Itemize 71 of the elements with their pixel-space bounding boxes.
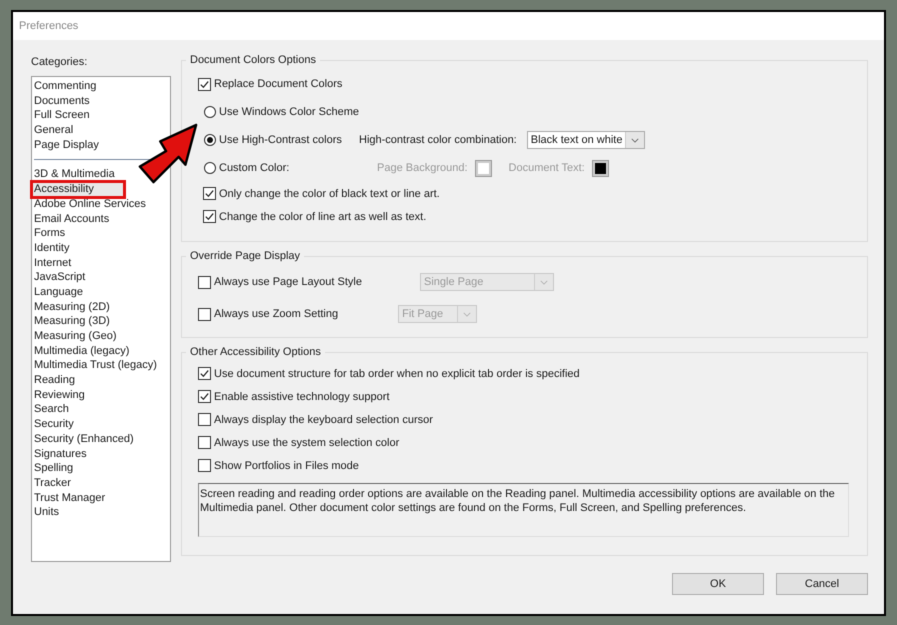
- checkbox[interactable]: [198, 276, 211, 288]
- category-item[interactable]: Multimedia (legacy): [32, 344, 132, 358]
- category-item[interactable]: Signatures: [32, 446, 90, 462]
- group-title: Other Accessibility Options: [189, 346, 322, 358]
- category-item[interactable]: Commenting: [32, 79, 100, 94]
- dialog-button[interactable]: Cancel: [776, 573, 868, 595]
- category-item[interactable]: Multimedia Trust (legacy): [32, 358, 160, 374]
- category-item[interactable]: General: [32, 123, 76, 138]
- category-item[interactable]: Measuring (Geo): [32, 329, 120, 344]
- category-item[interactable]: Spelling: [32, 461, 76, 476]
- category-item[interactable]: Trust Manager: [32, 490, 108, 506]
- category-item[interactable]: Adobe Online Services: [32, 196, 149, 212]
- category-item[interactable]: Internet: [32, 256, 74, 270]
- checkbox[interactable]: [198, 308, 211, 320]
- swatch-label: Document Text:: [508, 162, 585, 174]
- checkbox-label: Change the color of line art as well as text.: [219, 210, 426, 222]
- checkbox[interactable]: [198, 413, 211, 426]
- checkbox-label: Show Portfolios in Files mode: [214, 460, 359, 472]
- checkbox-label: Always display the keyboard selection cursor: [214, 414, 433, 426]
- swatch-label: Page Background:: [377, 162, 468, 174]
- category-item[interactable]: Email Accounts: [32, 212, 112, 226]
- group-title: Document Colors Options: [189, 54, 317, 66]
- checkbox-label: Enable assistive technology support: [214, 390, 390, 402]
- checkbox[interactable]: [203, 187, 216, 200]
- category-item[interactable]: Measuring (3D): [32, 314, 113, 329]
- window-title: Preferences: [19, 20, 78, 32]
- group-title: Override Page Display: [189, 250, 302, 262]
- info-text: Screen reading and reading order options are available on the Reading panel. Multimedia accessibility options are available on the Multimedia panel. Other document color settings are found on the Forms, Full Screen, and Spelling preferences.: [198, 483, 849, 537]
- category-item[interactable]: Forms: [32, 226, 68, 241]
- arrow-drawing: [137, 122, 199, 186]
- radio-button[interactable]: [204, 106, 216, 118]
- checkbox[interactable]: [198, 367, 211, 380]
- caret-icon: [540, 280, 548, 284]
- checkbox-label: Always use Page Layout Style: [214, 276, 362, 288]
- radio-button[interactable]: [204, 162, 216, 174]
- category-item[interactable]: Security (Enhanced): [32, 432, 137, 446]
- radio-label: Use High-Contrast colors: [219, 134, 343, 146]
- category-item[interactable]: Units: [32, 505, 62, 520]
- radio-label: Use Windows Color Scheme: [219, 106, 359, 118]
- checkbox[interactable]: [198, 436, 211, 449]
- radio-button[interactable]: [204, 134, 216, 146]
- checkbox-label: Replace Document Colors: [214, 78, 342, 90]
- category-item[interactable]: Tracker: [32, 476, 74, 491]
- category-item[interactable]: JavaScript: [32, 270, 88, 285]
- caret-icon: [463, 312, 472, 316]
- dropdown[interactable]: Black text on white: [526, 131, 645, 149]
- category-item[interactable]: Identity: [32, 240, 72, 256]
- category-item[interactable]: Reading: [32, 373, 78, 388]
- combo-label: High-contrast color combination:: [359, 134, 517, 146]
- checkbox-label: Only change the color of black text or line art.: [219, 188, 440, 200]
- dialog-button[interactable]: OK: [672, 573, 764, 595]
- checkbox[interactable]: [198, 459, 211, 472]
- checkbox[interactable]: [198, 390, 211, 403]
- category-item[interactable]: Language: [32, 284, 86, 300]
- category-item[interactable]: Measuring (2D): [32, 300, 113, 314]
- category-item[interactable]: Reviewing: [32, 388, 88, 402]
- caret-icon: [630, 138, 639, 142]
- checkbox[interactable]: [198, 78, 211, 90]
- radio-label: Custom Color:: [219, 162, 290, 174]
- checkbox[interactable]: [203, 210, 216, 223]
- category-item[interactable]: Full Screen: [32, 108, 93, 124]
- category-item[interactable]: Security: [32, 417, 77, 432]
- categories-label: Categories:: [31, 56, 88, 70]
- category-item[interactable]: Search: [32, 402, 72, 418]
- checkbox-label: Always use Zoom Setting: [214, 308, 338, 320]
- category-item[interactable]: Accessibility: [32, 182, 124, 197]
- category-item[interactable]: 3D & Multimedia: [32, 167, 118, 182]
- category-item[interactable]: Page Display: [32, 138, 102, 152]
- checkbox-label: Always use the system selection color: [214, 436, 400, 448]
- category-item[interactable]: Documents: [32, 94, 93, 108]
- checkbox-label: Use document structure for tab order when no explicit tab order is specified: [214, 368, 580, 380]
